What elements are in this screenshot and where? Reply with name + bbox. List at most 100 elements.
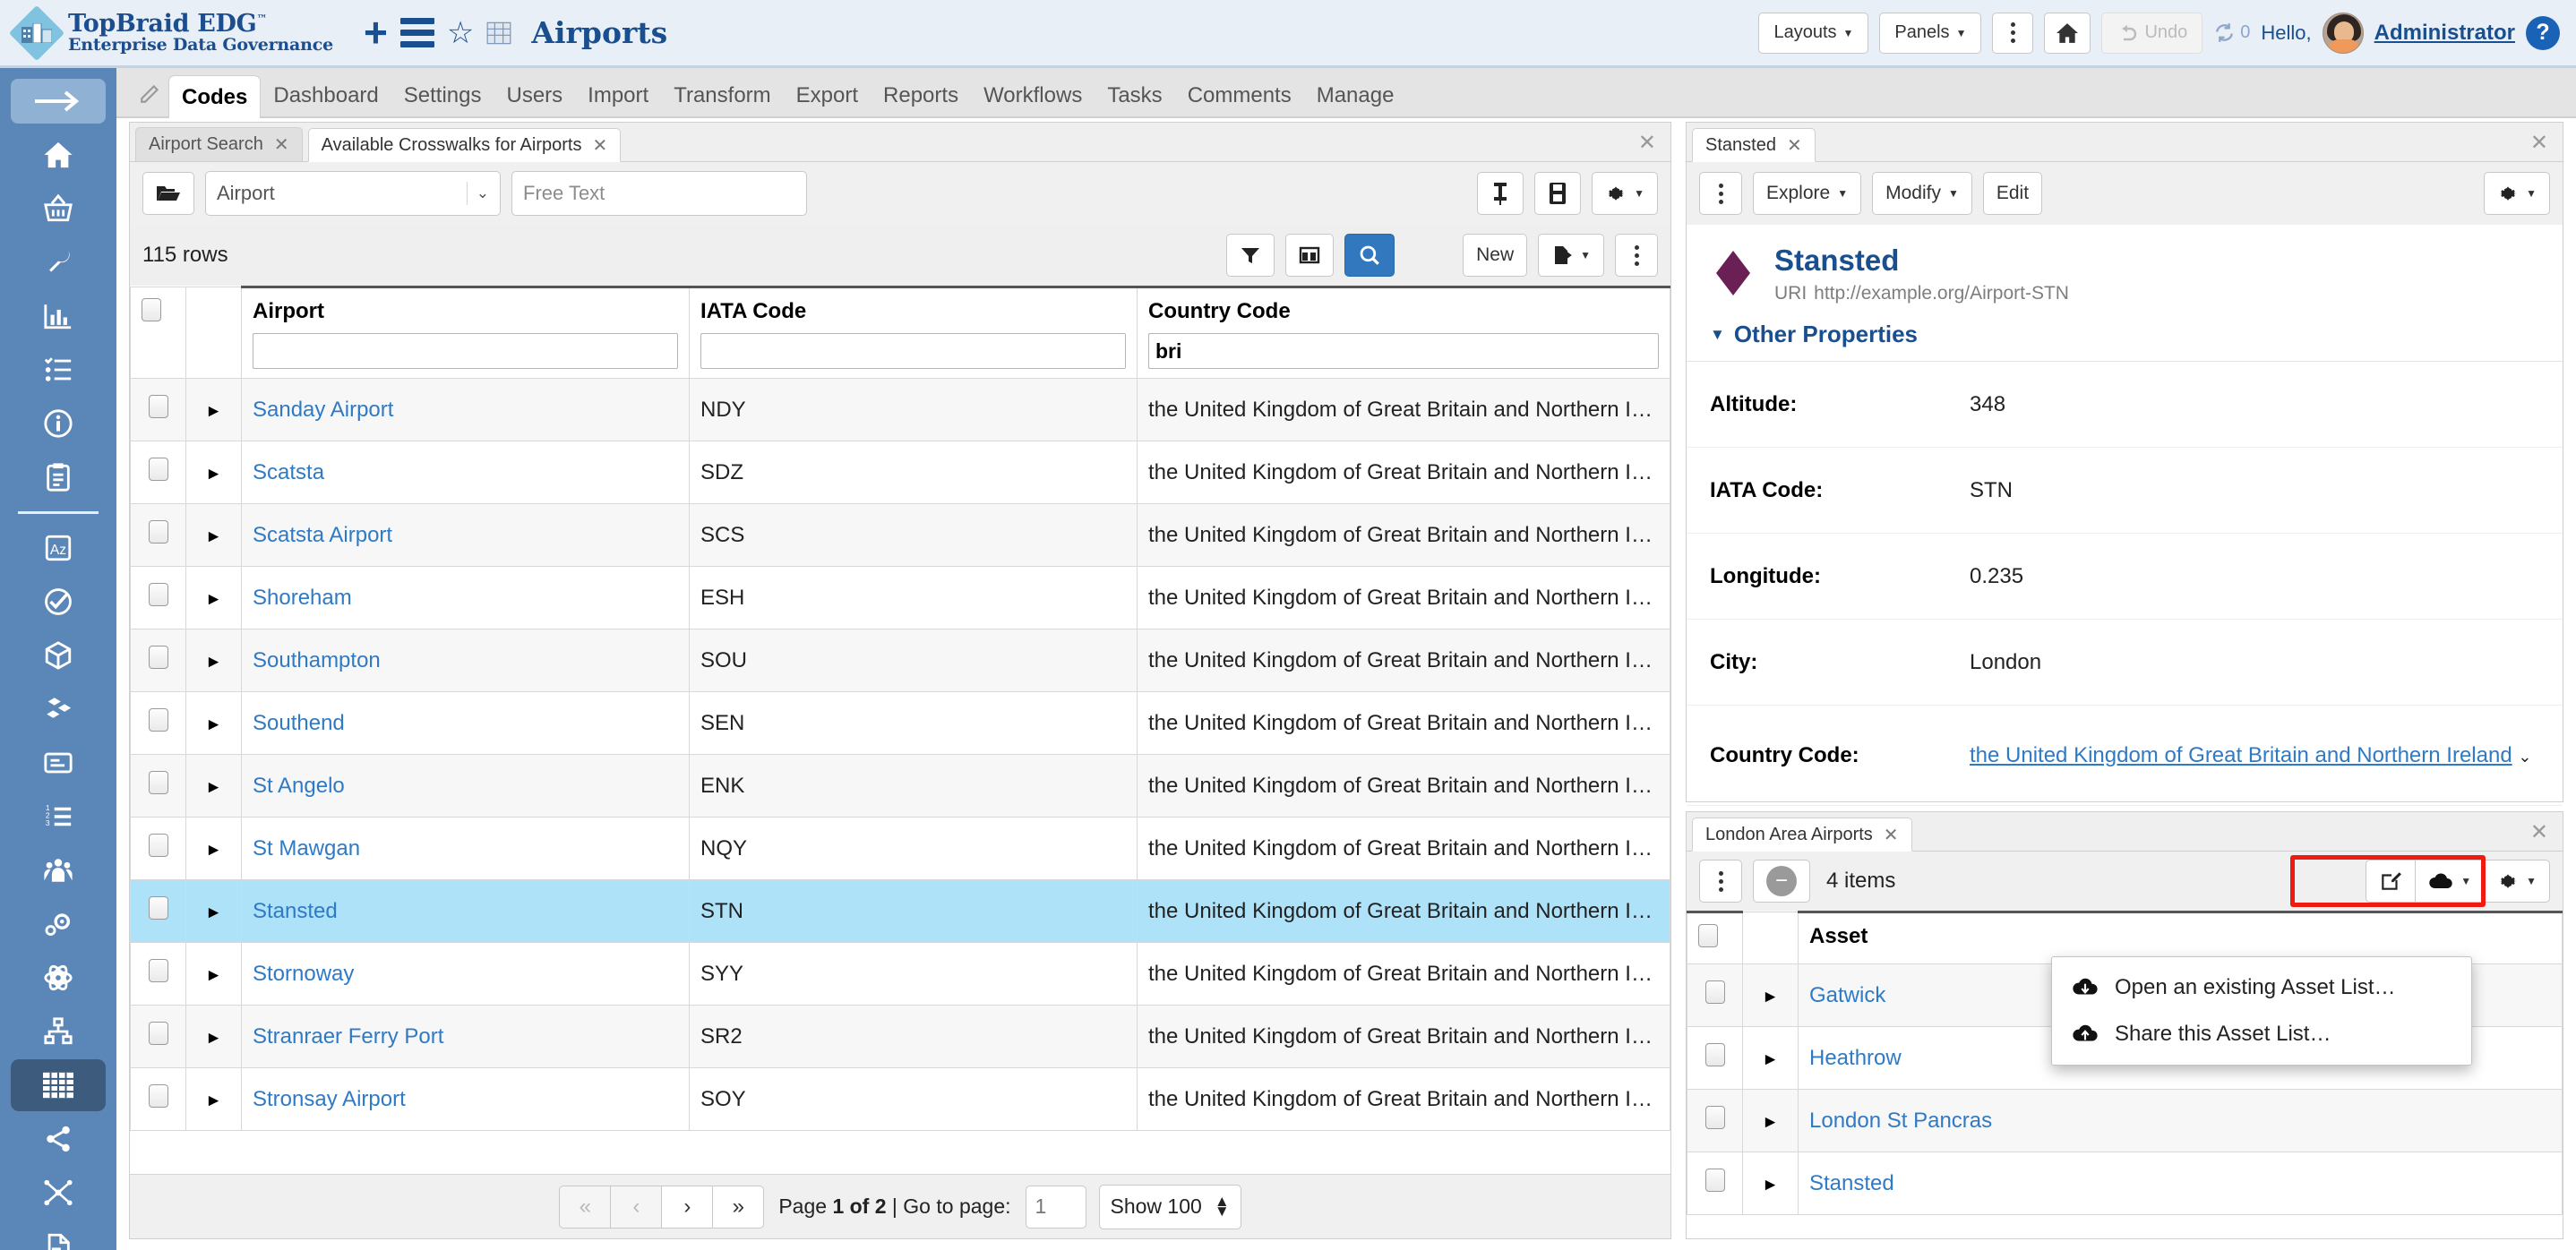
row-checkbox[interactable] — [148, 708, 168, 732]
airport-link[interactable]: Stranraer Ferry Port — [253, 1024, 678, 1049]
airport-link[interactable]: St Angelo — [253, 774, 678, 799]
row-checkbox[interactable] — [148, 771, 168, 794]
sidebar-item-home[interactable] — [11, 129, 106, 181]
panel-tab-london-area-airports[interactable]: London Area Airports ✕ — [1692, 818, 1912, 852]
sidebar-item-data-tables[interactable] — [11, 1059, 106, 1111]
sidebar-item-share[interactable] — [11, 1113, 106, 1165]
airport-link[interactable]: Southampton — [253, 648, 678, 673]
row-checkbox[interactable] — [1704, 1043, 1725, 1066]
nav-tab-manage[interactable]: Manage — [1304, 75, 1407, 116]
sidebar-item-hierarchy[interactable] — [11, 1006, 106, 1057]
row-checkbox[interactable] — [1704, 980, 1725, 1004]
table-row[interactable]: ► St Mawgan NQY the United Kingdom of Great… — [130, 817, 1670, 880]
expand-arrow-icon[interactable]: ► — [205, 402, 222, 421]
airport-link[interactable]: Sanday Airport — [253, 398, 678, 423]
star-icon[interactable]: ☆ — [447, 18, 474, 48]
remove-items-button[interactable]: − — [1753, 860, 1810, 903]
last-page-button[interactable]: » — [712, 1185, 765, 1229]
expand-arrow-icon[interactable]: ► — [1762, 1113, 1779, 1132]
airport-link[interactable]: Scatsta — [253, 460, 678, 485]
hamburger-icon[interactable] — [399, 18, 434, 47]
close-panel-icon[interactable]: ✕ — [2530, 130, 2548, 156]
nav-tab-transform[interactable]: Transform — [661, 75, 783, 116]
airport-link[interactable]: Stansted — [253, 899, 678, 924]
expand-arrow-icon[interactable]: ► — [205, 1092, 222, 1110]
table-row[interactable]: ► Scatsta Airport SCS the United Kingdom of… — [130, 503, 1670, 567]
results-overflow-button[interactable] — [1615, 234, 1658, 277]
row-checkbox[interactable] — [1704, 1106, 1725, 1129]
airport-column-filter[interactable] — [253, 333, 678, 369]
airport-link[interactable]: Scatsta Airport — [253, 523, 678, 548]
edit-asset-list-button[interactable] — [2366, 860, 2417, 903]
expand-arrow-icon[interactable]: ► — [205, 1029, 222, 1048]
asset-settings-button[interactable]: ▼ — [2484, 172, 2550, 215]
table-row[interactable]: ► Southend SEN the United Kingdom of Great … — [130, 691, 1670, 755]
list-item[interactable]: ► Stansted — [1687, 1152, 2563, 1215]
expand-arrow-icon[interactable]: ► — [205, 653, 222, 672]
sidebar-item-card[interactable] — [11, 737, 106, 789]
header-overflow-button[interactable] — [1992, 12, 2034, 54]
nav-tab-import[interactable]: Import — [575, 75, 661, 116]
layouts-button[interactable]: Layouts ▼ — [1758, 12, 1869, 54]
next-page-button[interactable]: › — [661, 1185, 714, 1229]
property-link[interactable]: the United Kingdom of Great Britain and … — [1970, 743, 2512, 767]
expand-arrow-icon[interactable]: ► — [205, 465, 222, 484]
country-column-filter[interactable] — [1148, 333, 1659, 369]
airport-link[interactable]: Shoreham — [253, 586, 678, 611]
nav-tab-tasks[interactable]: Tasks — [1095, 75, 1174, 116]
new-button[interactable]: New — [1463, 234, 1528, 277]
row-checkbox[interactable] — [148, 959, 168, 982]
expand-arrow-icon[interactable]: ► — [205, 966, 222, 985]
free-text-search-input[interactable]: Free Text — [511, 171, 807, 216]
table-row[interactable]: ► Southampton SOU the United Kingdom of Gre… — [130, 629, 1670, 692]
first-page-button[interactable]: « — [559, 1185, 612, 1229]
nav-tab-reports[interactable]: Reports — [871, 75, 971, 116]
table-row[interactable]: ► Scatsta SDZ the United Kingdom of Great B… — [130, 441, 1670, 504]
row-checkbox[interactable] — [148, 896, 168, 920]
row-checkbox[interactable] — [148, 395, 168, 418]
asset-link[interactable]: Stansted — [1809, 1171, 2551, 1196]
airport-link[interactable]: St Mawgan — [253, 836, 678, 861]
sidebar-item-graph[interactable] — [11, 1167, 106, 1219]
row-checkbox[interactable] — [148, 1084, 168, 1108]
sidebar-item-gears[interactable] — [11, 898, 106, 950]
sidebar-item-blocks[interactable] — [11, 683, 106, 735]
row-checkbox[interactable] — [148, 520, 168, 544]
row-checkbox[interactable] — [148, 834, 168, 857]
table-row[interactable]: ► Stranraer Ferry Port SR2 the United Kingd… — [130, 1005, 1670, 1068]
open-folder-button[interactable] — [142, 172, 194, 215]
expand-arrow-icon[interactable]: ► — [205, 778, 222, 797]
modify-button[interactable]: Modify ▼ — [1872, 172, 1972, 215]
sidebar-item-basket[interactable] — [11, 183, 106, 235]
select-all-checkbox[interactable] — [142, 298, 161, 321]
menu-item-open-existing-asset-list[interactable]: Open an existing Asset List… — [2052, 964, 2471, 1011]
panel-tab-available-crosswalks[interactable]: Available Crosswalks for Airports ✕ — [307, 128, 622, 162]
row-checkbox[interactable] — [148, 1022, 168, 1045]
search-settings-button[interactable]: ▼ — [1592, 172, 1658, 215]
nav-tab-workflows[interactable]: Workflows — [971, 75, 1095, 116]
nav-tab-codes[interactable]: Codes — [168, 75, 262, 118]
goto-page-input[interactable] — [1025, 1185, 1086, 1229]
sidebar-item-validate[interactable] — [11, 576, 106, 628]
page-size-select[interactable]: Show 100 ▲ ▼ — [1098, 1184, 1241, 1229]
column-header-country-code[interactable]: Country Code — [1137, 286, 1670, 379]
table-grid-icon[interactable] — [486, 21, 511, 46]
pencil-icon[interactable] — [133, 75, 168, 111]
airport-link[interactable]: Southend — [253, 711, 678, 736]
save-search-button[interactable] — [1534, 172, 1582, 215]
sidebar-item-info[interactable] — [11, 398, 106, 449]
sidebar-item-tools[interactable] — [11, 236, 106, 288]
results-table-scroll[interactable]: Airport IATA Code Country Code bri ► San… — [130, 286, 1670, 1136]
nav-tab-users[interactable]: Users — [494, 75, 576, 116]
expand-arrow-icon[interactable]: ► — [1762, 1050, 1779, 1069]
close-icon[interactable]: ✕ — [274, 133, 289, 156]
row-checkbox[interactable] — [148, 583, 168, 606]
nav-tab-settings[interactable]: Settings — [391, 75, 494, 116]
panel-tab-stansted[interactable]: Stansted ✕ — [1692, 128, 1816, 162]
filter-button[interactable] — [1226, 234, 1275, 277]
close-panel-icon[interactable]: ✕ — [1638, 130, 1656, 156]
sync-status[interactable]: 0 — [2213, 21, 2250, 44]
plus-icon[interactable]: + — [364, 12, 388, 53]
edit-button[interactable]: Edit — [1982, 172, 2043, 215]
help-icon[interactable]: ? — [2526, 15, 2560, 50]
